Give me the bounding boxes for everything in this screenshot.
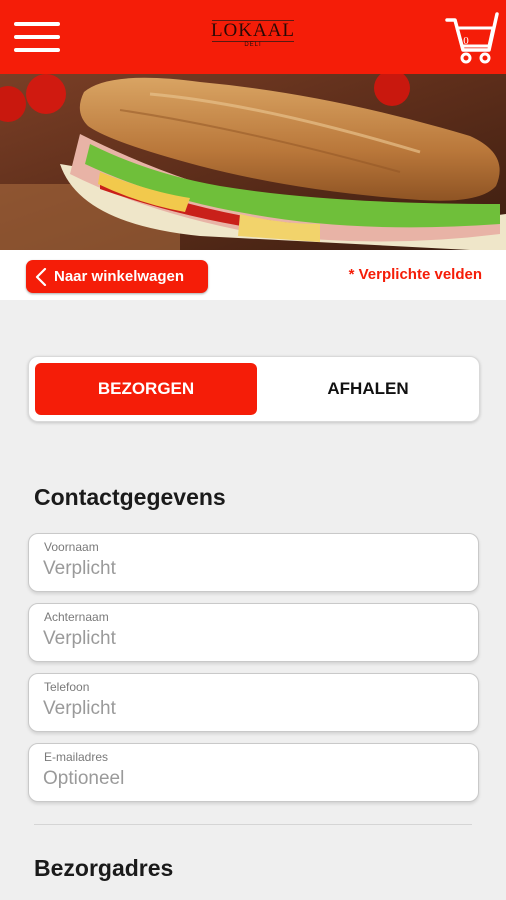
action-row: Naar winkelwagen * Verplichte velden [0,250,506,300]
last-name-label: Achternaam [44,610,109,624]
first-name-label: Voornaam [44,540,99,554]
section-divider [34,824,472,825]
contact-section-title: Contactgegevens [34,484,226,510]
required-fields-note: * Verplichte velden [348,266,482,283]
email-input[interactable] [43,767,463,791]
logo-sub: DELI [244,42,262,48]
phone-field: Telefoon [28,673,479,732]
top-bar: LOKAAL DELI 0 [0,0,506,74]
option-pickup[interactable]: AFHALEN [257,363,479,415]
logo-name: LOKAAL [210,20,296,41]
chevron-left-icon [35,268,47,286]
back-to-cart-button[interactable]: Naar winkelwagen [26,260,208,293]
delivery-method-toggle: BEZORGEN AFHALEN [28,356,480,422]
shopping-cart-button[interactable]: 0 [444,10,500,66]
email-label: E-mailadres [44,750,109,764]
option-delivery[interactable]: BEZORGEN [35,363,257,415]
last-name-input[interactable] [43,627,463,651]
phone-input[interactable] [43,697,463,721]
hamburger-menu-icon[interactable] [14,22,60,52]
first-name-input[interactable] [43,557,463,581]
phone-label: Telefoon [44,680,90,694]
last-name-field: Achternaam [28,603,479,662]
logo: LOKAAL DELI [210,20,296,56]
back-to-cart-label: Naar winkelwagen [54,268,185,285]
first-name-field: Voornaam [28,533,479,592]
hero-image [0,74,506,250]
address-section-title: Bezorgadres [34,855,174,881]
cart-count: 0 [463,35,469,47]
email-field: E-mailadres [28,743,479,802]
